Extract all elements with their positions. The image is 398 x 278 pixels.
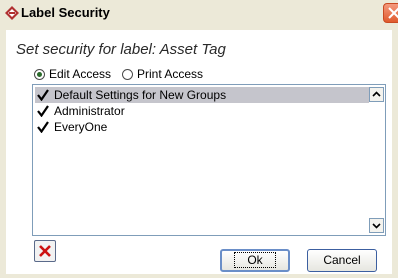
group-list[interactable]: Default Settings for New Groups Administ… [32, 84, 386, 236]
label-security-dialog: Label Security Set security for label: A… [0, 0, 398, 278]
edit-access-label: Edit Access [49, 67, 112, 81]
app-icon [5, 6, 19, 20]
chevron-down-icon [372, 223, 381, 229]
delete-icon [39, 245, 51, 257]
radio-unchecked-icon [122, 68, 133, 80]
chevron-up-icon [372, 91, 381, 97]
checkmark-icon [37, 89, 49, 101]
list-item-label: Administrator [54, 104, 125, 118]
cancel-button-label: Cancel [323, 253, 361, 267]
list-item[interactable]: EveryOne [35, 119, 107, 135]
edit-access-radio[interactable]: Edit Access [34, 67, 111, 81]
cancel-button[interactable]: Cancel [307, 249, 377, 272]
list-item[interactable]: Default Settings for New Groups [35, 87, 369, 103]
dialog-heading: Set security for label: Asset Tag [16, 41, 226, 58]
scroll-up-button[interactable] [369, 87, 384, 102]
print-access-label: Print Access [137, 67, 204, 81]
checkmark-icon [37, 121, 49, 133]
list-item-label: EveryOne [54, 120, 108, 134]
list-item-label: Default Settings for New Groups [54, 88, 227, 102]
window-title: Label Security [21, 5, 110, 20]
list-item[interactable]: Administrator [35, 103, 125, 119]
close-button[interactable] [383, 3, 398, 23]
close-icon [388, 7, 398, 19]
delete-button[interactable] [34, 240, 56, 262]
title-bar[interactable]: Label Security [0, 0, 398, 26]
ok-button-label: Ok [234, 252, 276, 268]
checkmark-icon [37, 105, 49, 117]
ok-button[interactable]: Ok [220, 249, 290, 272]
print-access-radio[interactable]: Print Access [122, 67, 203, 81]
radio-checked-icon [34, 68, 45, 80]
scroll-down-button[interactable] [369, 218, 384, 233]
